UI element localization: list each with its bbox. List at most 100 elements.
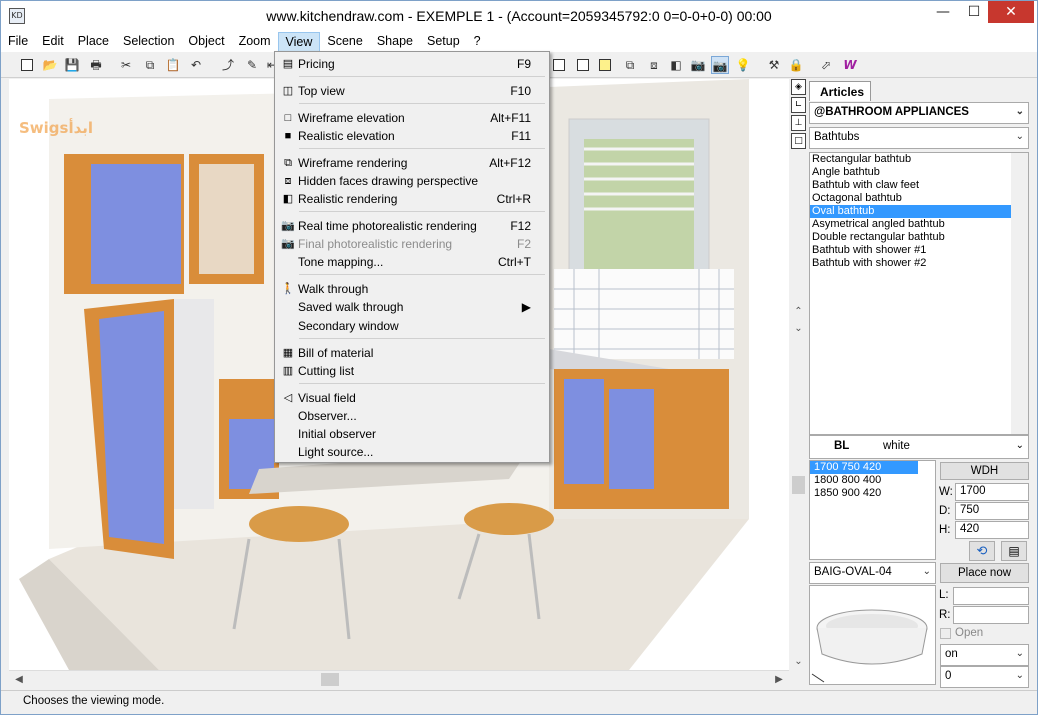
place-now-button[interactable]: Place now bbox=[940, 563, 1029, 583]
web-icon[interactable]: W bbox=[841, 56, 859, 74]
menu-shape[interactable]: Shape bbox=[370, 32, 420, 52]
list-item[interactable]: Bathtub with shower #2 bbox=[810, 257, 1011, 270]
scroll-down-icon[interactable]: ⌄ bbox=[790, 323, 807, 337]
menu-item-bill-of-material[interactable]: ▦ Bill of material bbox=[277, 344, 547, 362]
finish-select[interactable]: BL white ⌄ bbox=[809, 435, 1029, 459]
menu-item-realistic-rendering[interactable]: ◧ Realistic rendering Ctrl+R bbox=[277, 190, 547, 208]
menu-item-visual-field[interactable]: ◁ Visual field bbox=[277, 389, 547, 407]
open-folder-icon[interactable]: 📂 bbox=[41, 56, 59, 74]
realistic-rendering-tool-icon[interactable]: ◧ bbox=[667, 56, 685, 74]
scroll-left-icon[interactable]: ◀ bbox=[11, 672, 27, 687]
tab-articles[interactable]: Articles bbox=[809, 81, 871, 101]
menu-zoom[interactable]: Zoom bbox=[232, 32, 278, 52]
scroll-up-icon[interactable]: ⌃ bbox=[790, 306, 807, 320]
menu-object[interactable]: Object bbox=[181, 32, 231, 52]
menu-item-pricing[interactable]: ▤ Pricing F9 bbox=[277, 55, 547, 73]
light-bulb-icon[interactable]: 💡 bbox=[734, 56, 752, 74]
save-icon[interactable]: 💾 bbox=[63, 56, 81, 74]
vertical-scrollbar[interactable]: ⌃ ⌄ ⌄ bbox=[790, 301, 807, 671]
catalog-select[interactable]: @BATHROOM APPLIANCES ⌄ bbox=[809, 102, 1029, 124]
open-checkbox[interactable] bbox=[940, 628, 951, 639]
list-item[interactable]: Bathtub with shower #1 bbox=[810, 244, 1011, 257]
menu-file[interactable]: File bbox=[1, 32, 35, 52]
scroll-end-icon[interactable]: ⌄ bbox=[790, 656, 807, 670]
refresh-icon[interactable]: ⟲ bbox=[969, 541, 995, 561]
hidden-faces-tool-icon[interactable]: ⧈ bbox=[645, 56, 663, 74]
height-input[interactable]: 420 bbox=[955, 521, 1029, 539]
depth-input[interactable]: 750 bbox=[955, 502, 1029, 520]
copy-icon[interactable]: ⧉ bbox=[141, 56, 159, 74]
r-input[interactable] bbox=[953, 606, 1029, 624]
tools-icon[interactable]: ⚒ bbox=[765, 56, 783, 74]
menu-setup[interactable]: Setup bbox=[420, 32, 467, 52]
list-item[interactable]: Angle bathtub bbox=[810, 166, 1011, 179]
menu-item-observer[interactable]: Observer... bbox=[277, 407, 547, 425]
scroll-right-icon[interactable]: ▶ bbox=[771, 672, 787, 687]
size-item-selected[interactable]: 1700 750 420 bbox=[810, 461, 918, 474]
wireframe-elevation-tool-icon[interactable] bbox=[553, 59, 565, 71]
paste-icon[interactable]: 📋 bbox=[164, 56, 182, 74]
menu-item-final-photorealistic-rendering[interactable]: 📷 Final photorealistic rendering F2 bbox=[277, 235, 547, 253]
size-item[interactable]: 1850 900 420 bbox=[810, 487, 918, 500]
menu-item-top-view[interactable]: ◫ Top view F10 bbox=[277, 82, 547, 100]
new-icon[interactable] bbox=[21, 59, 33, 71]
category-select[interactable]: Bathtubs ⌄ bbox=[809, 127, 1029, 149]
steps-icon[interactable]: ⊥ bbox=[791, 115, 806, 131]
wdh-button[interactable]: WDH bbox=[940, 462, 1029, 480]
menu-view[interactable]: View bbox=[277, 32, 321, 52]
menu-scene[interactable]: Scene bbox=[320, 32, 369, 52]
cut-icon[interactable]: ✂ bbox=[117, 56, 135, 74]
horizontal-scrollbar[interactable]: ◀ ▶ bbox=[9, 670, 789, 687]
maximize-button[interactable]: ☐ bbox=[959, 1, 989, 23]
select-icon[interactable]: ⬀ bbox=[817, 56, 835, 74]
wireframe-rendering-tool-icon[interactable]: ⧉ bbox=[621, 56, 639, 74]
articles-view-icon[interactable]: ◈ bbox=[791, 79, 806, 95]
number-select[interactable]: 0 ⌄ bbox=[940, 666, 1029, 688]
menu-edit[interactable]: Edit bbox=[35, 32, 71, 52]
menu-item-secondary-window[interactable]: Secondary window bbox=[277, 317, 547, 335]
menu-item-real-time-photorealistic-rendering[interactable]: 📷 Real time photorealistic rendering F12 bbox=[277, 217, 547, 235]
menu-selection[interactable]: Selection bbox=[116, 32, 181, 52]
horizontal-scroll-thumb[interactable] bbox=[321, 673, 339, 686]
list-scrollbar[interactable] bbox=[1011, 153, 1028, 434]
menu-item-walk-through[interactable]: 🚶 Walk through bbox=[277, 280, 547, 298]
list-item[interactable]: Bathtub with claw feet bbox=[810, 179, 1011, 192]
photo-tool-icon[interactable]: 📷 bbox=[689, 56, 707, 74]
minimize-button[interactable]: — bbox=[928, 1, 958, 23]
list-item-selected[interactable]: Oval bathtub bbox=[810, 205, 1011, 218]
corner-icon[interactable]: ∟ bbox=[791, 97, 806, 113]
menu-item-realistic-elevation[interactable]: ■ Realistic elevation F11 bbox=[277, 127, 547, 145]
camera-tool-icon[interactable]: 📷 bbox=[711, 56, 729, 74]
size-list[interactable]: 1700 750 420 1800 800 400 1850 900 420 bbox=[809, 460, 936, 560]
menu-item-initial-observer[interactable]: Initial observer bbox=[277, 425, 547, 443]
vertical-scroll-thumb[interactable] bbox=[792, 476, 805, 494]
size-item[interactable]: 1800 800 400 bbox=[810, 474, 918, 487]
place-icon[interactable]: ⤴ bbox=[219, 56, 237, 74]
undo-icon[interactable]: ↶ bbox=[187, 56, 205, 74]
menu-item-saved-walk-through[interactable]: Saved walk through ▶ bbox=[277, 298, 547, 316]
menu-help[interactable]: ? bbox=[467, 32, 488, 52]
calculator-icon[interactable]: ▤ bbox=[1001, 541, 1027, 561]
realistic-elevation-tool-icon[interactable] bbox=[599, 59, 611, 71]
lock-icon[interactable]: 🔒 bbox=[787, 56, 805, 74]
menu-place[interactable]: Place bbox=[71, 32, 116, 52]
menu-item-wireframe-elevation[interactable]: □ Wireframe elevation Alt+F11 bbox=[277, 109, 547, 127]
list-item[interactable]: Rectangular bathtub bbox=[810, 153, 1011, 166]
list-item[interactable]: Double rectangular bathtub bbox=[810, 231, 1011, 244]
width-input[interactable]: 1700 bbox=[955, 483, 1029, 501]
code-select[interactable]: BAIG-OVAL-04 ⌄ bbox=[809, 562, 936, 584]
list-item[interactable]: Asymetrical angled bathtub bbox=[810, 218, 1011, 231]
wireframe-tool-icon[interactable] bbox=[577, 59, 589, 71]
menu-item-wireframe-rendering[interactable]: ⧉ Wireframe rendering Alt+F12 bbox=[277, 154, 547, 172]
list-item[interactable]: Octagonal bathtub bbox=[810, 192, 1011, 205]
frame-icon[interactable]: □ bbox=[791, 133, 806, 149]
print-icon[interactable]: 🖶 bbox=[87, 56, 105, 74]
shape-icon[interactable]: ✎ bbox=[243, 56, 261, 74]
close-button[interactable]: ✕ bbox=[988, 1, 1034, 23]
menu-item-cutting-list[interactable]: ▥ Cutting list bbox=[277, 362, 547, 380]
menu-item-tone-mapping[interactable]: Tone mapping... Ctrl+T bbox=[277, 253, 547, 271]
l-input[interactable] bbox=[953, 587, 1029, 605]
menu-item-hidden-faces-drawing-perspective[interactable]: ⧈ Hidden faces drawing perspective bbox=[277, 172, 547, 190]
article-list[interactable]: Rectangular bathtub Angle bathtub Bathtu… bbox=[809, 152, 1029, 435]
menu-item-light-source[interactable]: Light source... bbox=[277, 443, 547, 461]
